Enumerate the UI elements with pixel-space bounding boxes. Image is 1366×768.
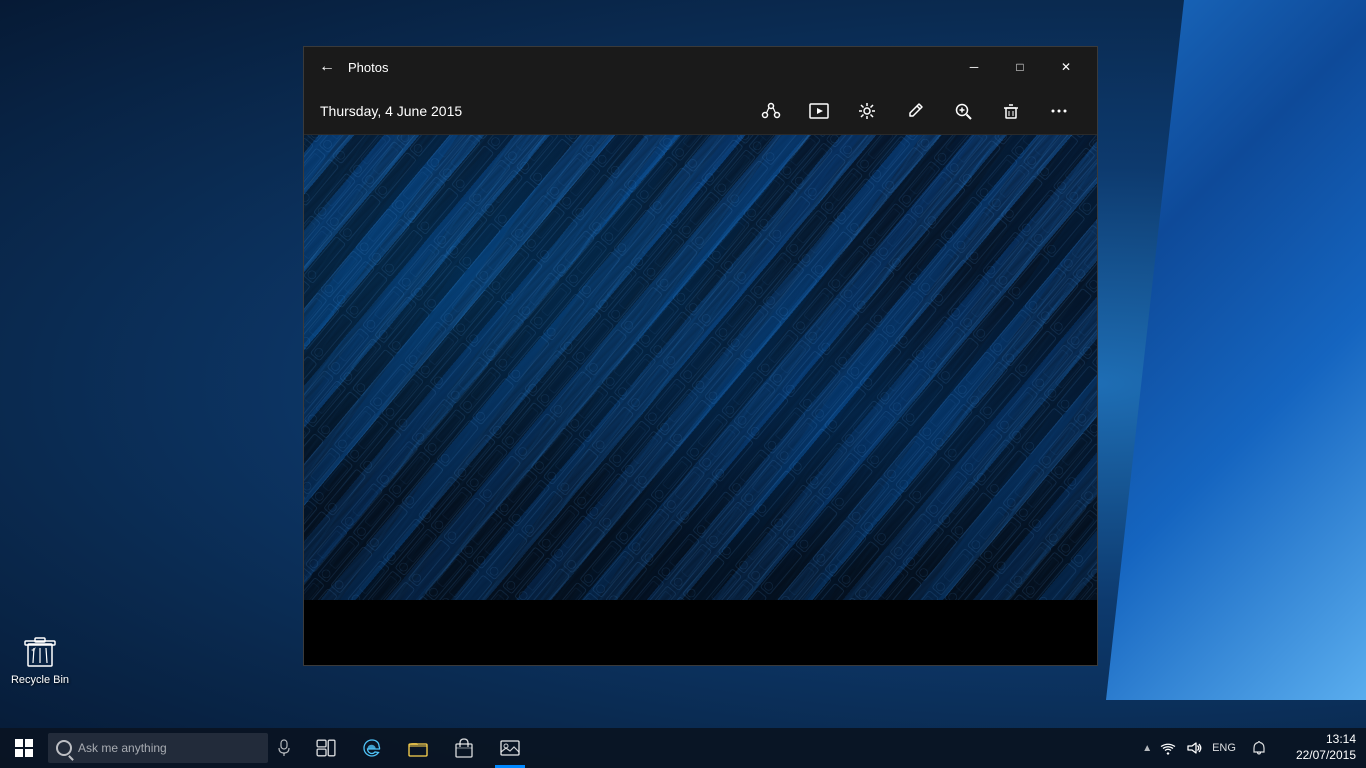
photos-window: Photos ─ □ ✕ Thursday, 4 June 2015 — [303, 46, 1098, 666]
desktop-logo-area — [1106, 0, 1366, 700]
taskbar-edge[interactable] — [350, 728, 394, 768]
photo-content — [304, 135, 1097, 600]
edge-icon — [362, 738, 382, 758]
photo-date: Thursday, 4 June 2015 — [320, 103, 749, 119]
close-button[interactable]: ✕ — [1043, 47, 1089, 87]
minimize-icon: ─ — [970, 60, 979, 74]
more-button[interactable] — [1037, 89, 1081, 133]
close-icon: ✕ — [1061, 60, 1071, 74]
system-tray: ▲ ENG — [1134, 728, 1282, 768]
speaker-icon — [1186, 741, 1202, 755]
taskbar-right: ▲ ENG — [1134, 728, 1366, 768]
volume-icon[interactable] — [1184, 738, 1204, 758]
recycle-bin-icon[interactable]: Recycle Bin — [5, 630, 75, 687]
clock-time: 13:14 — [1326, 732, 1356, 748]
clock-date: 22/07/2015 — [1296, 748, 1356, 764]
slideshow-icon — [809, 101, 829, 121]
task-view-icon — [316, 738, 336, 758]
delete-icon — [1001, 101, 1021, 121]
search-bar[interactable]: Ask me anything — [48, 733, 268, 763]
taskbar-store[interactable] — [442, 728, 486, 768]
file-explorer-icon — [408, 738, 428, 758]
window-controls: ─ □ ✕ — [951, 47, 1089, 87]
minimize-button[interactable]: ─ — [951, 47, 997, 87]
maximize-button[interactable]: □ — [997, 47, 1043, 87]
share-button[interactable] — [749, 89, 793, 133]
enhance-icon — [857, 101, 877, 121]
window-title: Photos — [348, 60, 951, 75]
search-placeholder: Ask me anything — [78, 741, 167, 755]
edit-button[interactable] — [893, 89, 937, 133]
more-icon — [1049, 101, 1069, 121]
search-icon — [56, 740, 72, 756]
zoom-button[interactable] — [941, 89, 985, 133]
photo-display — [304, 135, 1097, 600]
taskbar-photos[interactable] — [488, 728, 532, 768]
notification-icon — [1252, 740, 1266, 756]
zoom-icon — [953, 101, 973, 121]
tray-expand-button[interactable]: ▲ — [1142, 743, 1152, 754]
edit-icon — [905, 101, 925, 121]
network-icon[interactable] — [1158, 738, 1178, 758]
slideshow-button[interactable] — [797, 89, 841, 133]
taskbar: Ask me anything — [0, 728, 1366, 768]
maximize-icon: □ — [1016, 60, 1023, 74]
microphone-button[interactable] — [268, 728, 300, 768]
toolbar-actions — [749, 89, 1081, 133]
server-detail-svg — [304, 135, 1097, 600]
taskbar-task-view[interactable] — [304, 728, 348, 768]
title-bar: Photos ─ □ ✕ — [304, 47, 1097, 87]
image-area — [304, 135, 1097, 665]
recycle-bin-svg — [20, 630, 60, 670]
wifi-icon — [1160, 741, 1176, 755]
windows-logo-icon — [15, 739, 33, 757]
back-button[interactable] — [312, 52, 342, 82]
photo-bottom-bar — [304, 600, 1097, 665]
delete-button[interactable] — [989, 89, 1033, 133]
notification-button[interactable] — [1244, 728, 1274, 768]
language-icon[interactable]: ENG — [1210, 738, 1238, 758]
taskbar-file-explorer[interactable] — [396, 728, 440, 768]
microphone-icon — [277, 739, 291, 757]
recycle-bin-label: Recycle Bin — [11, 674, 69, 687]
start-button[interactable] — [0, 728, 48, 768]
toolbar: Thursday, 4 June 2015 — [304, 87, 1097, 135]
enhance-button[interactable] — [845, 89, 889, 133]
photos-icon — [500, 738, 520, 758]
store-icon — [454, 738, 474, 758]
clock[interactable]: 13:14 22/07/2015 — [1286, 728, 1366, 768]
share-icon — [761, 101, 781, 121]
taskbar-icons — [304, 728, 532, 768]
